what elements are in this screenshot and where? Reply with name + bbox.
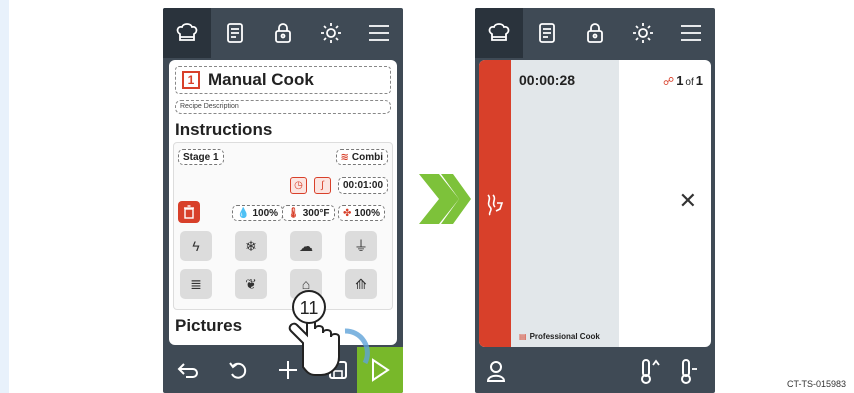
bottom-toolbar (475, 349, 715, 393)
document-id: CT-TS-015983 (786, 379, 846, 389)
humidity-icon: 💧 (237, 207, 250, 219)
menu-icon[interactable] (667, 8, 715, 58)
probe-icon[interactable]: ⏚ (345, 231, 377, 261)
stage-card: Stage 1 ≋ Combi ◷ ∫ 00:01:00 💧 100% 🌡 30… (173, 142, 393, 310)
option-icon-grid: ϟ ❄ ☁ ⏚ ≣ ❦ ⌂ ⟰ (180, 231, 388, 299)
stage-count-of: of (685, 77, 694, 88)
recipe-number-badge: 1 (182, 71, 200, 89)
stage-count-current: 1 (676, 73, 684, 88)
thermometer-icon: 🌡 (287, 207, 300, 219)
recipe-title-field[interactable]: 1 Manual Cook (175, 66, 391, 94)
recipe-description-field[interactable]: Recipe Description (175, 100, 391, 114)
undo-icon[interactable] (213, 347, 263, 393)
combi-mode-icon: ≋ (340, 151, 349, 163)
humidity-field[interactable]: 💧 100% (232, 205, 284, 221)
stage-time-field[interactable]: 00:01:00 (338, 177, 389, 194)
cook-mode-label: Combi (351, 151, 383, 163)
lock-icon[interactable] (571, 8, 619, 58)
device-screen-left: 1 Manual Cook Recipe Description Instruc… (163, 8, 403, 393)
boost-icon[interactable]: ϟ (180, 231, 212, 261)
stage-progress-panel (511, 60, 619, 347)
stage-count: ☍ 1 of 1 (663, 73, 703, 88)
hold-icon[interactable]: ≣ (180, 269, 212, 299)
preheat-icon[interactable]: ☁ (290, 231, 322, 261)
fan-speed-value: 100% (354, 207, 380, 219)
probe-link-icon: ☍ (663, 76, 675, 88)
pictures-heading: Pictures (175, 316, 243, 335)
recipe-doc-icon: ▤ (519, 332, 527, 341)
chef-hat-icon[interactable] (163, 8, 211, 58)
device-screen-right: 00:00:28 ☍ 1 of 1 ✕ ▤ Professional Cook (475, 8, 715, 393)
top-bar (475, 8, 715, 58)
stage-label-text: Stage 1 (183, 151, 219, 163)
probe-temp-up-icon (641, 359, 660, 384)
cool-down-icon[interactable]: ❄ (235, 231, 267, 261)
play-icon (372, 358, 390, 382)
temperature-field[interactable]: 🌡 300°F (282, 205, 335, 221)
stage-count-total: 1 (695, 73, 703, 88)
lock-icon[interactable] (259, 8, 307, 58)
probe-mode-icon[interactable]: ∫ (314, 177, 331, 194)
recipe-footer-text: Professional Cook (529, 332, 600, 341)
cooking-status-panel: 00:00:28 ☍ 1 of 1 ✕ ▤ Professional Cook (479, 60, 711, 347)
close-icon[interactable]: ✕ (679, 188, 697, 214)
recipe-footer-label: ▤ Professional Cook (519, 332, 600, 341)
trash-icon (184, 205, 194, 219)
transition-arrows-icon (419, 174, 471, 224)
active-stage-strip (479, 60, 511, 347)
canvas: 1 Manual Cook Recipe Description Instruc… (9, 0, 854, 393)
probe-temp-icon (681, 359, 697, 384)
combi-steam-icon (487, 193, 504, 216)
vent-icon[interactable]: ⟰ (345, 269, 377, 299)
brightness-icon[interactable] (619, 8, 667, 58)
top-bar (163, 8, 403, 58)
chef-hat-icon[interactable] (475, 8, 523, 58)
fan-icon: ✤ (343, 207, 352, 219)
stage-time-value: 00:01:00 (343, 180, 384, 191)
save-icon[interactable] (313, 347, 363, 393)
smoke-icon[interactable]: ❦ (235, 269, 267, 299)
brightness-icon[interactable] (307, 8, 355, 58)
recipe-title: Manual Cook (208, 70, 314, 89)
add-icon[interactable] (263, 347, 313, 393)
stage-label[interactable]: Stage 1 (178, 149, 224, 165)
start-cook-button[interactable] (357, 347, 403, 393)
bottom-toolbar (163, 347, 403, 393)
menu-icon[interactable] (355, 8, 403, 58)
rest-icon[interactable]: ⌂ (290, 269, 322, 299)
fan-speed-field[interactable]: ✤ 100% (338, 205, 385, 221)
timer-mode-icon[interactable]: ◷ (290, 177, 307, 194)
recipe-editor: 1 Manual Cook Recipe Description Instruc… (169, 60, 397, 345)
recipe-book-icon[interactable] (523, 8, 571, 58)
humidity-value: 100% (252, 207, 279, 219)
delete-stage-button[interactable] (178, 201, 200, 223)
back-icon[interactable] (163, 347, 213, 393)
recipe-book-icon[interactable] (211, 8, 259, 58)
cook-timer: 00:00:28 (519, 72, 576, 88)
cook-mode-selector[interactable]: ≋ Combi (335, 149, 388, 165)
instructions-heading: Instructions (175, 120, 273, 139)
user-icon (486, 361, 506, 382)
temperature-value: 300°F (302, 207, 330, 219)
